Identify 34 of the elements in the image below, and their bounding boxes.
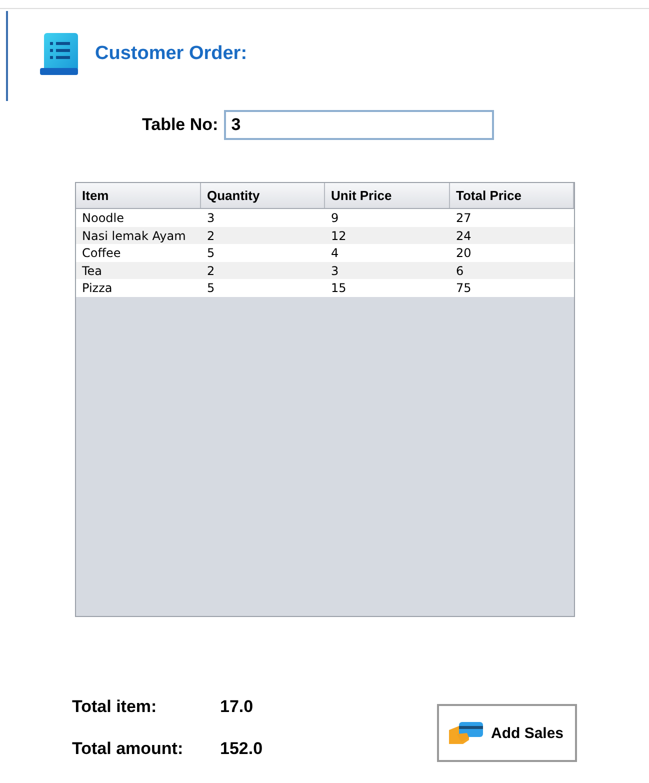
table-cell-text: 75 — [455, 280, 472, 297]
table-cell-text: Pizza — [81, 280, 114, 297]
table-cell-text: 2 — [206, 262, 216, 280]
table-cell-text: 3 — [206, 210, 216, 227]
table-cell-text: 15 — [330, 280, 348, 297]
list-document-icon — [40, 32, 78, 74]
table-cell-text: 3 — [330, 262, 340, 280]
field-label: Table No: — [142, 115, 218, 135]
table-cell-text: 2 — [206, 228, 216, 244]
table-cell-text: 4 — [330, 245, 340, 262]
table-cell-text: Coffee — [81, 245, 122, 262]
column-header[interactable]: Unit Price — [325, 183, 450, 208]
hand-card-icon — [449, 720, 485, 746]
total-value: 152.0 — [220, 739, 263, 759]
page-title: Customer Order: — [95, 42, 248, 64]
column-header[interactable]: Total Price — [450, 183, 574, 208]
add-sales-button[interactable]: Add Sales — [437, 704, 577, 762]
table-cell-text: 27 — [455, 210, 472, 227]
table-cell-text: 5 — [206, 280, 216, 297]
table-cell-text: 5 — [206, 245, 216, 262]
table-cell-text: 6 — [455, 262, 465, 280]
table-cell-text: 12 — [330, 228, 348, 244]
table-cell-text: 24 — [455, 228, 472, 244]
total-label: Total amount: — [72, 739, 184, 759]
table-cell-text: 20 — [455, 245, 472, 262]
table-cell-text: Noodle — [81, 210, 125, 227]
total-value: 17.0 — [220, 697, 254, 717]
table-cell-text: Nasi lemak Ayam — [81, 228, 187, 244]
total-label: Total item: — [72, 697, 158, 717]
column-header[interactable]: Quantity — [201, 183, 325, 208]
table-cell-text: Tea — [81, 262, 104, 280]
table-number-field[interactable]: 3 — [224, 110, 494, 140]
table-cell-text: 9 — [330, 210, 340, 227]
column-header[interactable]: Item — [76, 183, 201, 208]
